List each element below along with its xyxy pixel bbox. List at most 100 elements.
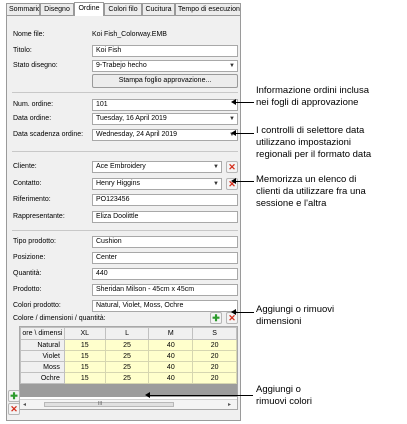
- callout-line: regionali per il formato data: [256, 149, 372, 160]
- reference-label: Riferimento:: [13, 196, 51, 203]
- callout-pointer: [145, 392, 253, 398]
- remove-client-button[interactable]: ✕: [226, 161, 238, 173]
- grid-row-header[interactable]: Ochre: [20, 372, 65, 384]
- callout-line: sessione e l'altra: [256, 198, 327, 209]
- color-size-quantity-grid[interactable]: ore \ dimensi XL L M S Natural 15 25 40 …: [19, 326, 238, 410]
- due-date-picker[interactable]: Wednesday, 24 April 2019 ▼: [92, 129, 238, 141]
- order-properties-panel: Sommario Disegno Ordine Colori filo Cuci…: [6, 2, 241, 421]
- client-dropdown[interactable]: Ace Embroidery ▼: [92, 161, 222, 173]
- due-date-value: Wednesday, 24 April 2019: [96, 131, 178, 138]
- chevron-down-icon: ▼: [229, 116, 235, 122]
- callout-line: clienti da utilizzare fra una: [256, 186, 366, 197]
- product-colors-field[interactable]: Natural, Violet, Moss, Ochre: [92, 300, 238, 312]
- grid-table: ore \ dimensi XL L M S Natural 15 25 40 …: [20, 327, 237, 397]
- contact-label: Contatto:: [13, 180, 42, 187]
- callout-pointer: [231, 130, 254, 136]
- callout-line: Memorizza un elenco di: [256, 174, 357, 185]
- position-label: Posizione:: [13, 254, 46, 261]
- grid-column-header[interactable]: S: [192, 327, 237, 340]
- client-value: Ace Embroidery: [96, 163, 146, 170]
- grid-cell[interactable]: 15: [63, 372, 106, 384]
- callout-line: Informazione ordini inclusa: [256, 85, 370, 96]
- grid-cell[interactable]: 40: [148, 372, 194, 384]
- title-field[interactable]: Koi Fish: [92, 45, 238, 57]
- grid-cell[interactable]: 40: [148, 361, 194, 373]
- separator: [12, 151, 238, 152]
- table-row: Ochre 15 25 40 20: [20, 372, 237, 384]
- grid-column-header[interactable]: XL: [63, 327, 106, 340]
- product-label: Prodotto:: [13, 286, 42, 293]
- add-color-button[interactable]: ✚: [8, 390, 20, 402]
- order-date-label: Data ordine:: [13, 115, 52, 122]
- scrollbar-thumb[interactable]: [44, 402, 174, 407]
- representative-field[interactable]: Eliza Doolittle: [92, 211, 238, 223]
- grid-row-header[interactable]: Violet: [20, 350, 65, 362]
- grid-label: Colore / dimensioni / quantità:: [13, 315, 106, 322]
- product-type-field[interactable]: Cushion: [92, 236, 238, 248]
- grid-cell[interactable]: 25: [104, 339, 150, 351]
- grid-row-header[interactable]: Natural: [20, 339, 65, 351]
- order-number-label: Num. ordine:: [13, 101, 54, 108]
- due-date-label: Data scadenza ordine:: [13, 131, 84, 138]
- print-approval-button[interactable]: Stampa foglio approvazione...: [92, 74, 238, 88]
- red-x-icon: ✕: [228, 313, 236, 323]
- reference-field[interactable]: PO123456: [92, 194, 238, 206]
- order-date-picker[interactable]: Tuesday, 16 April 2019 ▼: [92, 113, 238, 125]
- callout-date-pickers: I controlli di selettore data utilizzano…: [256, 125, 371, 161]
- product-field[interactable]: Sheridan Milson - 45cm x 45cm: [92, 284, 238, 296]
- callout-pointer: [231, 309, 254, 315]
- grid-corner-header: ore \ dimensi: [20, 327, 65, 340]
- callout-line: rimuovi colori: [256, 396, 312, 407]
- representative-label: Rappresentante:: [13, 213, 65, 220]
- scroll-left-icon[interactable]: ◂: [23, 401, 26, 408]
- callout-line: nei fogli di approvazione: [256, 97, 359, 108]
- design-status-dropdown[interactable]: 9-Trabejo hecho ▼: [92, 60, 238, 72]
- grid-cell[interactable]: 20: [192, 372, 237, 384]
- grid-cell[interactable]: 40: [148, 350, 194, 362]
- callout-colors: Aggiungi o rimuovi colori: [256, 384, 312, 408]
- grid-cell[interactable]: 15: [63, 339, 106, 351]
- contact-dropdown[interactable]: Henry Higgins ▼: [92, 178, 222, 190]
- file-name-label: Nome file:: [13, 31, 45, 38]
- add-dimension-button[interactable]: ✚: [210, 312, 222, 324]
- order-number-field[interactable]: 101: [92, 99, 238, 111]
- table-row: Natural 15 25 40 20: [20, 339, 237, 351]
- callout-line: utilizzano impostazioni: [256, 137, 352, 148]
- callout-pointer: [231, 178, 254, 184]
- position-field[interactable]: Center: [92, 252, 238, 264]
- contact-value: Henry Higgins: [96, 180, 140, 187]
- grid-column-header[interactable]: M: [148, 327, 194, 340]
- separator: [12, 92, 238, 93]
- product-colors-label: Colori prodotto:: [13, 302, 61, 309]
- table-row: Moss 15 25 40 20: [20, 361, 237, 373]
- grid-cell[interactable]: 20: [192, 350, 237, 362]
- tab-disegno[interactable]: Disegno: [40, 3, 74, 15]
- scrollbar-grip-icon: III: [98, 401, 103, 407]
- remove-color-button[interactable]: ✕: [8, 403, 20, 415]
- callout-clients: Memorizza un elenco di clienti da utiliz…: [256, 174, 366, 210]
- green-plus-icon: ✚: [212, 313, 220, 323]
- grid-cell[interactable]: 20: [192, 361, 237, 373]
- red-x-icon: ✕: [10, 404, 18, 414]
- scroll-right-icon[interactable]: ▸: [228, 401, 231, 408]
- callout-line: Aggiungi o: [256, 384, 301, 395]
- tab-sommario[interactable]: Sommario: [6, 3, 40, 15]
- grid-cell[interactable]: 25: [104, 372, 150, 384]
- tab-colori-filo[interactable]: Colori filo: [104, 3, 142, 15]
- file-name-value: Koi Fish_Colorway.EMB: [92, 31, 167, 38]
- grid-cell[interactable]: 15: [63, 350, 106, 362]
- tab-tempo-di-esecuzione[interactable]: Tempo di esecuzione: [175, 3, 241, 15]
- grid-column-header[interactable]: L: [104, 327, 150, 340]
- grid-cell[interactable]: 20: [192, 339, 237, 351]
- tab-ordine[interactable]: Ordine: [74, 2, 104, 16]
- grid-cell[interactable]: 40: [148, 339, 194, 351]
- quantity-label: Quantità:: [13, 270, 42, 277]
- grid-row-header[interactable]: Moss: [20, 361, 65, 373]
- client-label: Cliente:: [13, 163, 37, 170]
- grid-cell[interactable]: 25: [104, 361, 150, 373]
- horizontal-scrollbar[interactable]: ◂ III ▸: [20, 399, 237, 409]
- quantity-field[interactable]: 440: [92, 268, 238, 280]
- grid-cell[interactable]: 25: [104, 350, 150, 362]
- tab-cucitura[interactable]: Cucitura: [142, 3, 175, 15]
- grid-cell[interactable]: 15: [63, 361, 106, 373]
